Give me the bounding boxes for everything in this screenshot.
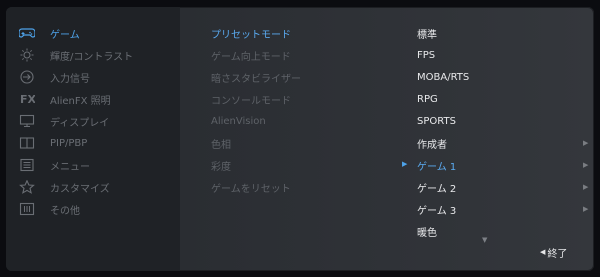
option-label: ゲーム 2 [417,183,457,195]
option-label: ゲーム 3 [417,205,457,217]
main-menu-item-input-source[interactable]: 入力信号 [18,67,178,87]
main-menu-label: 輝度/コントラスト [50,51,134,63]
submenu-label: 彩度 [211,161,231,173]
option-label: RPG [417,93,438,105]
input-source-icon [18,70,36,84]
main-menu-label: メニュー [50,161,90,173]
main-menu-item-alienfx[interactable]: FX AlienFX 照明 [18,89,178,109]
main-menu-item-brightness[interactable]: 輝度/コントラスト [18,45,178,65]
exit-button[interactable]: ◀ 終了 [540,244,567,260]
main-menu-item-pip[interactable]: PIP/PBP [18,133,178,153]
info-icon [18,202,36,216]
brightness-icon [18,48,36,62]
main-menu-label: その他 [50,205,80,217]
submenu-label: ゲームをリセット [211,183,291,195]
selection-marker-icon: ▶ [402,160,408,168]
option-game-3[interactable]: ゲーム 3 ▶ [417,199,589,219]
submenu-item-console-mode[interactable]: コンソールモード [211,89,361,109]
main-menu-item-game[interactable]: ゲーム [18,23,178,43]
submenu-item-preset-mode[interactable]: プリセットモード [211,23,361,43]
chevron-right-icon: ▶ [583,139,589,147]
option-creator[interactable]: 作成者 ▶ [417,133,589,153]
main-menu-label: PIP/PBP [50,137,88,149]
submenu-label: コンソールモード [211,95,291,107]
main-menu-item-display[interactable]: ディスプレイ [18,111,178,131]
option-label: 暖色 [417,227,437,239]
submenu-item-alienvision[interactable]: AlienVision [211,111,361,131]
main-menu-label: 入力信号 [50,73,90,85]
submenu-label: AlienVision [211,115,266,127]
option-fps[interactable]: FPS [417,45,587,65]
submenu-label: 色相 [211,139,231,151]
chevron-right-icon: ▶ [583,161,589,169]
submenu-item-hue[interactable]: 色相 [211,133,361,153]
pip-icon [18,136,36,150]
svg-text:FX: FX [20,93,35,106]
option-standard[interactable]: 標準 [417,23,587,43]
option-moba-rts[interactable]: MOBA/RTS [417,67,587,87]
option-game-1[interactable]: ゲーム 1 ▶ [417,155,589,175]
submenu-label: 暗さスタビライザー [211,73,301,85]
submenu-item-dark-stabilizer[interactable]: 暗さスタビライザー [211,67,361,87]
option-label: FPS [417,49,436,61]
monitor-icon [18,114,36,128]
fx-icon: FX [18,92,36,106]
option-label: MOBA/RTS [417,71,470,83]
chevron-right-icon: ▶ [583,205,589,213]
main-menu-label: ディスプレイ [50,117,110,129]
option-label: 標準 [417,29,437,41]
exit-label: 終了 [547,248,568,260]
submenu-item-game-enhance-mode[interactable]: ゲーム向上モード [211,45,361,65]
option-game-2[interactable]: ゲーム 2 ▶ [417,177,589,197]
submenu-label: ゲーム向上モード [211,51,291,63]
main-menu-item-customize[interactable]: カスタマイズ [18,177,178,197]
option-label: 作成者 [417,139,447,151]
option-label: ゲーム 1 [417,161,457,173]
back-arrow-icon: ◀ [540,248,546,256]
main-menu-label: カスタマイズ [50,183,110,195]
gamepad-icon [18,26,36,40]
scroll-down-icon[interactable]: ▼ [482,236,487,244]
chevron-right-icon: ▶ [583,183,589,191]
submenu-item-saturation[interactable]: 彩度 [211,155,361,175]
star-icon [18,180,36,194]
main-menu-label: AlienFX 照明 [50,95,111,107]
main-menu-label: ゲーム [50,29,80,41]
main-menu-item-menu[interactable]: メニュー [18,155,178,175]
option-sports[interactable]: SPORTS [417,111,587,131]
menu-list-icon [18,158,36,172]
option-warm[interactable]: 暖色 [417,221,587,241]
submenu-label: プリセットモード [211,29,291,41]
option-rpg[interactable]: RPG [417,89,587,109]
option-label: SPORTS [417,115,456,127]
submenu-item-reset-game[interactable]: ゲームをリセット [211,177,361,197]
main-menu-item-others[interactable]: その他 [18,199,178,219]
